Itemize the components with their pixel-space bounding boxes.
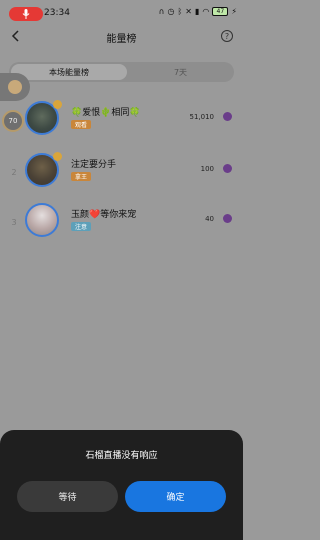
energy-icon bbox=[223, 112, 232, 121]
rank-number: 2 bbox=[11, 168, 17, 177]
ok-button[interactable]: 确定 bbox=[125, 481, 226, 512]
user-name: 玉颜❤️等你来宠 bbox=[71, 210, 137, 220]
status-bar: 23:34 ∩ ◷ ᛒ ✕ ▮ ◠ 47 ⚡ bbox=[0, 0, 243, 28]
wifi-icon: ◠ bbox=[202, 7, 210, 16]
dialog-message: 石榴直播没有响应 bbox=[85, 451, 158, 461]
status-icons: ∩ ◷ ᛒ ✕ ▮ ◠ 47 ⚡ bbox=[159, 7, 237, 16]
mute-icon: ✕ bbox=[185, 7, 192, 16]
energy-score: 100 bbox=[200, 165, 214, 173]
tab-current-session[interactable]: 本场能量榜 bbox=[11, 64, 127, 80]
energy-score: 40 bbox=[205, 215, 214, 223]
navigation-bar: 能量榜 ? bbox=[0, 26, 243, 48]
avatar[interactable] bbox=[22, 150, 62, 190]
charging-icon: ⚡ bbox=[231, 7, 237, 16]
self-rank-badge: 70 bbox=[2, 110, 24, 132]
wait-button[interactable]: 等待 bbox=[17, 481, 118, 512]
level-badge: 注意 bbox=[71, 222, 92, 231]
status-time: 23:34 bbox=[44, 8, 70, 18]
tab-seven-days[interactable]: 7天 bbox=[129, 64, 232, 80]
microphone-icon bbox=[22, 9, 30, 19]
ranking-tabs: 本场能量榜 7天 bbox=[9, 62, 234, 82]
user-name: 注定要分手 bbox=[71, 160, 117, 170]
rank-number: 3 bbox=[11, 218, 17, 227]
screen-recording-indicator[interactable] bbox=[9, 7, 43, 21]
headset-icon: ∩ bbox=[158, 7, 165, 16]
crown-icon bbox=[53, 152, 62, 161]
energy-icon bbox=[223, 164, 232, 173]
energy-score: 51,010 bbox=[189, 113, 215, 121]
crown-icon bbox=[53, 100, 62, 109]
avatar[interactable] bbox=[22, 98, 62, 138]
ranking-row[interactable]: 70 🍀爱恨🌵相同🍀 观看 51,010 bbox=[0, 98, 243, 144]
not-responding-dialog: 石榴直播没有响应 等待 确定 bbox=[0, 430, 243, 540]
bluetooth-icon: ᛒ bbox=[177, 7, 183, 16]
page-title: 能量榜 bbox=[106, 34, 137, 45]
battery-icon: 47 bbox=[212, 7, 229, 16]
energy-icon bbox=[223, 214, 232, 223]
ranking-row[interactable]: 3 玉颜❤️等你来宠 注意 40 bbox=[0, 200, 243, 246]
help-glyph: ? bbox=[224, 31, 230, 41]
level-badge: 观看 bbox=[71, 120, 92, 129]
signal-icon: ▮ bbox=[194, 7, 200, 16]
floating-hand-button[interactable] bbox=[0, 73, 30, 101]
ranking-row[interactable]: 2 注定要分手 拿王 100 bbox=[0, 150, 243, 196]
avatar-image bbox=[25, 203, 59, 237]
level-badge: 拿王 bbox=[71, 172, 92, 181]
battery-level: 47 bbox=[216, 8, 225, 15]
hand-icon bbox=[8, 80, 22, 94]
user-name: 🍀爱恨🌵相同🍀 bbox=[71, 108, 141, 118]
question-circle-icon[interactable]: ? bbox=[221, 30, 233, 42]
avatar[interactable] bbox=[22, 200, 62, 240]
alarm-icon: ◷ bbox=[167, 7, 175, 16]
